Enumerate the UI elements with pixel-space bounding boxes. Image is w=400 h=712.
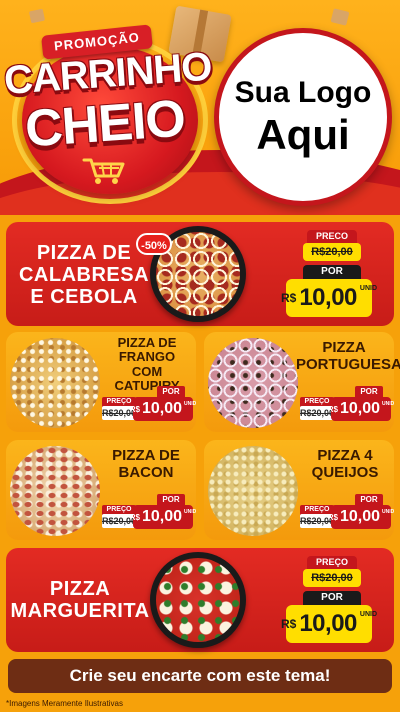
unit-label: UNID bbox=[359, 611, 378, 618]
logo-placeholder: Sua Logo Aqui bbox=[214, 28, 392, 206]
old-price-value: R$20,00 bbox=[311, 572, 353, 584]
old-price: R$20,00 bbox=[303, 243, 361, 261]
product-name-line: PIZZA DE bbox=[117, 335, 177, 350]
box-icon bbox=[330, 8, 350, 26]
pizza-4-queijos-image bbox=[208, 446, 298, 536]
new-price-value: 10,00 bbox=[339, 508, 381, 525]
product-name-line: E CEBOLA bbox=[30, 286, 138, 308]
product-name: PIZZA MARGUERITA bbox=[10, 578, 150, 622]
por-label: POR bbox=[303, 265, 361, 279]
new-price: R$ 10,00 UNID bbox=[281, 279, 377, 317]
por-label: POR bbox=[157, 386, 185, 397]
unit-label: UNID bbox=[382, 509, 395, 515]
unit-label: UNID bbox=[184, 509, 197, 515]
new-price: R$ 10,00 UNID bbox=[129, 397, 197, 421]
new-price-value: 10,00 bbox=[141, 508, 183, 525]
old-price-value: R$20,00 bbox=[311, 246, 353, 258]
currency-symbol: R$ bbox=[327, 512, 338, 522]
product-name: PIZZA DE FRANGO COM CATUPIRY bbox=[102, 335, 192, 393]
old-price: R$20,00 bbox=[303, 569, 361, 587]
new-price-value: 10,00 bbox=[299, 284, 357, 311]
preco-label: PREÇO bbox=[307, 556, 357, 569]
logo-text-line1: Sua Logo bbox=[234, 76, 372, 109]
product-name-line: PIZZA 4 bbox=[317, 447, 373, 464]
discount-badge: -50% bbox=[136, 233, 172, 255]
new-price: R$ 10,00 UNID bbox=[129, 505, 197, 529]
por-label: POR bbox=[157, 494, 185, 505]
product-name: PIZZA DE CALABRESA E CEBOLA bbox=[12, 242, 156, 308]
new-price: R$ 10,00 UNID bbox=[327, 505, 395, 529]
product-name-line: PIZZA DE bbox=[112, 447, 180, 464]
currency-symbol: R$ bbox=[129, 404, 140, 414]
product-name-line: PIZZA bbox=[49, 578, 111, 600]
unit-label: UNID bbox=[184, 401, 197, 407]
pizza-bacon-image bbox=[10, 446, 100, 536]
product-name-line: FRANGO COM bbox=[118, 349, 176, 379]
currency-symbol: R$ bbox=[280, 617, 297, 631]
disclaimer-text: *Imagens Meramente Ilustrativas bbox=[6, 699, 123, 708]
product-name: PIZZA DE BACON bbox=[100, 447, 192, 481]
new-price-value: 10,00 bbox=[141, 400, 183, 417]
product-name-line: PIZZA bbox=[322, 339, 366, 356]
product-name-line: BACON bbox=[118, 463, 174, 481]
box-icon bbox=[28, 8, 46, 24]
unit-label: UNID bbox=[382, 401, 395, 407]
currency-symbol: R$ bbox=[129, 512, 140, 522]
currency-symbol: R$ bbox=[280, 291, 297, 305]
product-name-line: PIZZA DE bbox=[36, 242, 132, 264]
new-price-value: 10,00 bbox=[339, 400, 381, 417]
pizza-marguerita-image bbox=[156, 558, 240, 642]
por-label: POR bbox=[355, 494, 383, 505]
new-price-value: 10,00 bbox=[299, 610, 357, 637]
product-name: PIZZA 4 QUEIJOS bbox=[300, 447, 390, 481]
header-banner: PROMOÇÃO CARRINHO CHEIO Sua Logo Aqui bbox=[0, 0, 400, 215]
product-name: PIZZA PORTUGUESA bbox=[296, 339, 400, 373]
product-name-line: QUEIJOS bbox=[311, 463, 379, 481]
cta-banner[interactable]: Crie seu encarte com este tema! bbox=[8, 659, 392, 693]
unit-label: UNID bbox=[359, 285, 378, 292]
product-name-line: PORTUGUESA bbox=[296, 355, 400, 373]
shopping-cart-icon bbox=[82, 158, 125, 184]
por-label: POR bbox=[303, 591, 361, 605]
preco-label: PRECO bbox=[307, 230, 357, 243]
pizza-frango-image bbox=[10, 338, 100, 428]
currency-symbol: R$ bbox=[327, 404, 338, 414]
product-name-line: MARGUERITA bbox=[10, 600, 150, 622]
product-name-line: CALABRESA bbox=[18, 264, 150, 286]
pizza-portuguesa-image bbox=[208, 338, 298, 428]
por-label: POR bbox=[355, 386, 383, 397]
logo-text-line2: Aqui bbox=[256, 111, 350, 158]
new-price: R$ 10,00 UNID bbox=[327, 397, 395, 421]
new-price: R$ 10,00 UNID bbox=[281, 605, 377, 643]
